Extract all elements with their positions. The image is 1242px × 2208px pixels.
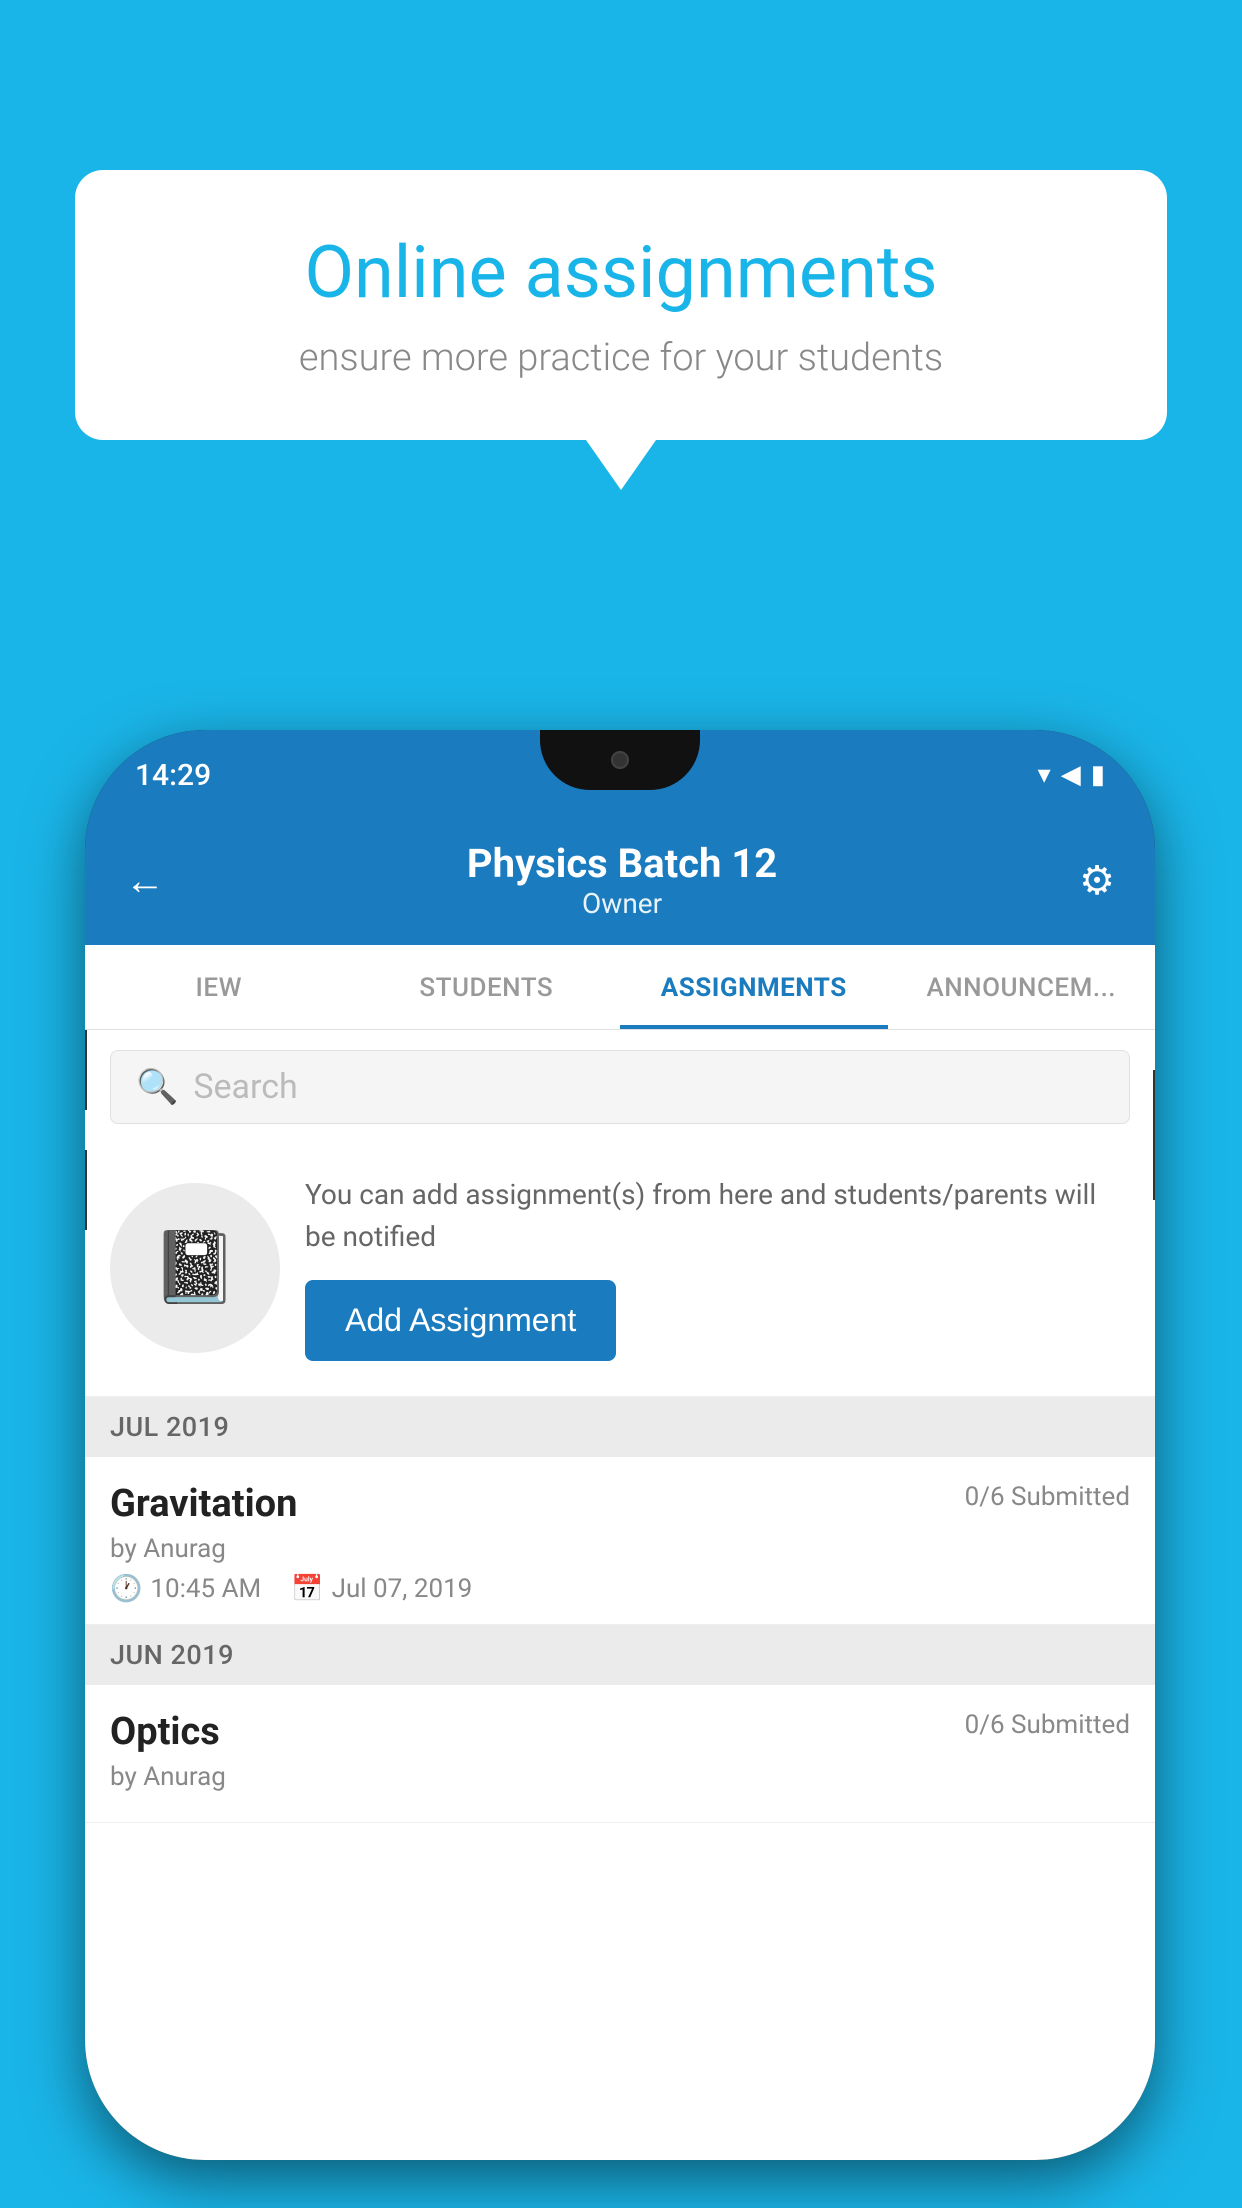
tab-announcements[interactable]: ANNOUNCEM... [888,945,1156,1029]
tabs-bar: IEW STUDENTS ASSIGNMENTS ANNOUNCEM... [85,945,1155,1030]
assignment-submitted: 0/6 Submitted [965,1482,1130,1512]
power-button [1153,1070,1155,1200]
notebook-icon: 📓 [151,1227,238,1309]
bubble-subtitle: ensure more practice for your students [145,336,1097,380]
tab-students[interactable]: STUDENTS [353,945,621,1029]
search-bar[interactable]: 🔍 Search [110,1050,1130,1124]
time-value: 10:45 AM [150,1574,261,1604]
assignment-meta: 🕐 10:45 AM 📅 Jul 07, 2019 [110,1574,1130,1604]
volume-down-button [85,1150,87,1230]
header-center: Physics Batch 12 Owner [165,840,1079,920]
assignment-date: 📅 Jul 07, 2019 [291,1574,472,1604]
volume-up-button [85,1030,87,1110]
batch-subtitle: Owner [165,887,1079,920]
assignment-time: 🕐 10:45 AM [110,1574,261,1604]
batch-title: Physics Batch 12 [165,840,1079,887]
calendar-icon: 📅 [291,1574,323,1604]
search-input[interactable]: Search [193,1067,297,1107]
optics-submitted: 0/6 Submitted [965,1710,1130,1740]
search-bar-section: 🔍 Search [85,1030,1155,1144]
settings-icon[interactable]: ⚙ [1079,857,1115,904]
battery-icon: ▮ [1091,760,1105,790]
signal-icon: ◀ [1061,760,1081,790]
assignment-icon-circle: 📓 [110,1183,280,1353]
speech-bubble-section: Online assignments ensure more practice … [75,170,1167,490]
tab-assignments[interactable]: ASSIGNMENTS [620,945,888,1029]
assignment-name: Gravitation [110,1482,297,1526]
status-bar: 14:29 ▾ ◀ ▮ [85,730,1155,820]
date-value: Jul 07, 2019 [332,1574,473,1604]
bubble-title: Online assignments [145,230,1097,316]
section-header-jun: JUN 2019 [85,1625,1155,1685]
add-assignment-button[interactable]: Add Assignment [305,1280,616,1361]
clock-icon: 🕐 [110,1574,142,1604]
status-time: 14:29 [135,758,211,793]
speech-bubble: Online assignments ensure more practice … [75,170,1167,440]
section-header-jul: JUL 2019 [85,1397,1155,1457]
notch [540,730,700,790]
tab-iew[interactable]: IEW [85,945,353,1029]
assignment-row1: Gravitation 0/6 Submitted [110,1482,1130,1526]
assignment-item-gravitation[interactable]: Gravitation 0/6 Submitted by Anurag 🕐 10… [85,1457,1155,1625]
back-button[interactable]: ← [125,857,165,904]
app-header: ← Physics Batch 12 Owner ⚙ [85,820,1155,945]
assignment-item-optics[interactable]: Optics 0/6 Submitted by Anurag [85,1685,1155,1823]
wifi-icon: ▾ [1038,760,1051,790]
promo-description: You can add assignment(s) from here and … [305,1174,1130,1258]
screen-content: 🔍 Search 📓 You can add assignment(s) fro… [85,1030,1155,2160]
assignment-row1-optics: Optics 0/6 Submitted [110,1710,1130,1754]
camera [611,751,629,769]
search-icon: 🔍 [136,1067,178,1107]
status-icons: ▾ ◀ ▮ [1038,760,1105,790]
phone-frame: 14:29 ▾ ◀ ▮ ← Physics Batch 12 Owner ⚙ I… [85,730,1155,2160]
promo-text: You can add assignment(s) from here and … [305,1174,1130,1361]
optics-name: Optics [110,1710,220,1754]
assignment-author: by Anurag [110,1534,1130,1564]
promo-card: 📓 You can add assignment(s) from here an… [85,1144,1155,1397]
optics-author: by Anurag [110,1762,1130,1792]
bubble-pointer [586,440,656,490]
